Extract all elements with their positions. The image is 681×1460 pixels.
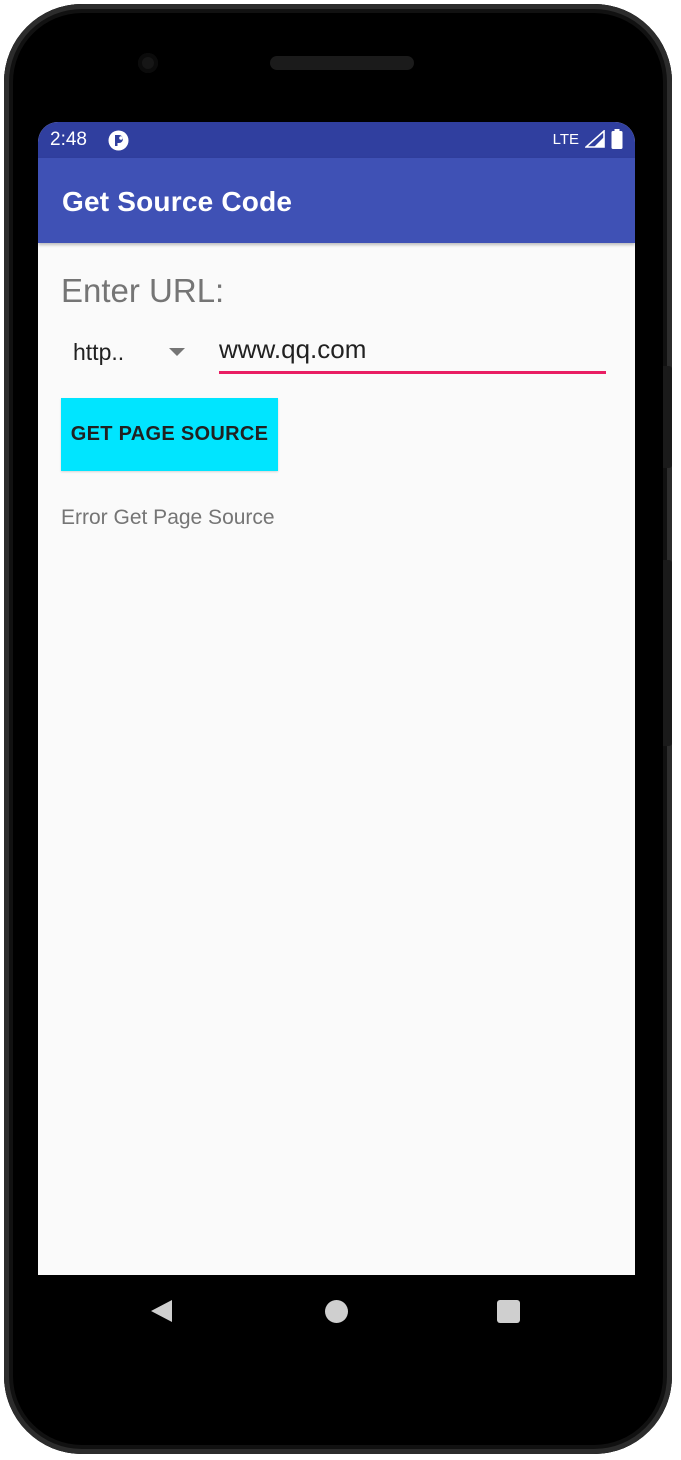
app-title: Get Source Code [62,186,293,217]
front-camera [138,53,158,73]
url-input[interactable] [219,327,606,374]
enter-url-label: Enter URL: [61,272,225,309]
status-indicators: LTE [553,129,623,149]
recents-square-icon[interactable] [497,1300,520,1323]
power-button [663,366,672,468]
dropdown-arrow-icon [169,348,185,356]
app-notification-icon [108,130,129,151]
protocol-dropdown[interactable]: http.. [61,331,201,375]
status-time: 2:48 [50,129,87,150]
back-triangle-icon[interactable] [151,1300,172,1322]
battery-icon [611,129,623,149]
status-bar: 2:48 LTE [38,122,635,158]
get-page-source-button[interactable]: GET PAGE SOURCE [61,398,278,471]
app-bar: Get Source Code [38,158,635,243]
earpiece-speaker [270,56,414,70]
screen: 2:48 LTE Get Source Code Enter URL: http… [38,122,635,1275]
result-status-text: Error Get Page Source [61,506,275,529]
system-nav-bar [38,1275,635,1347]
home-circle-icon[interactable] [325,1300,348,1323]
volume-button [663,560,672,746]
protocol-selected-value: http.. [73,339,125,365]
signal-icon [585,130,605,148]
network-label: LTE [552,130,579,148]
